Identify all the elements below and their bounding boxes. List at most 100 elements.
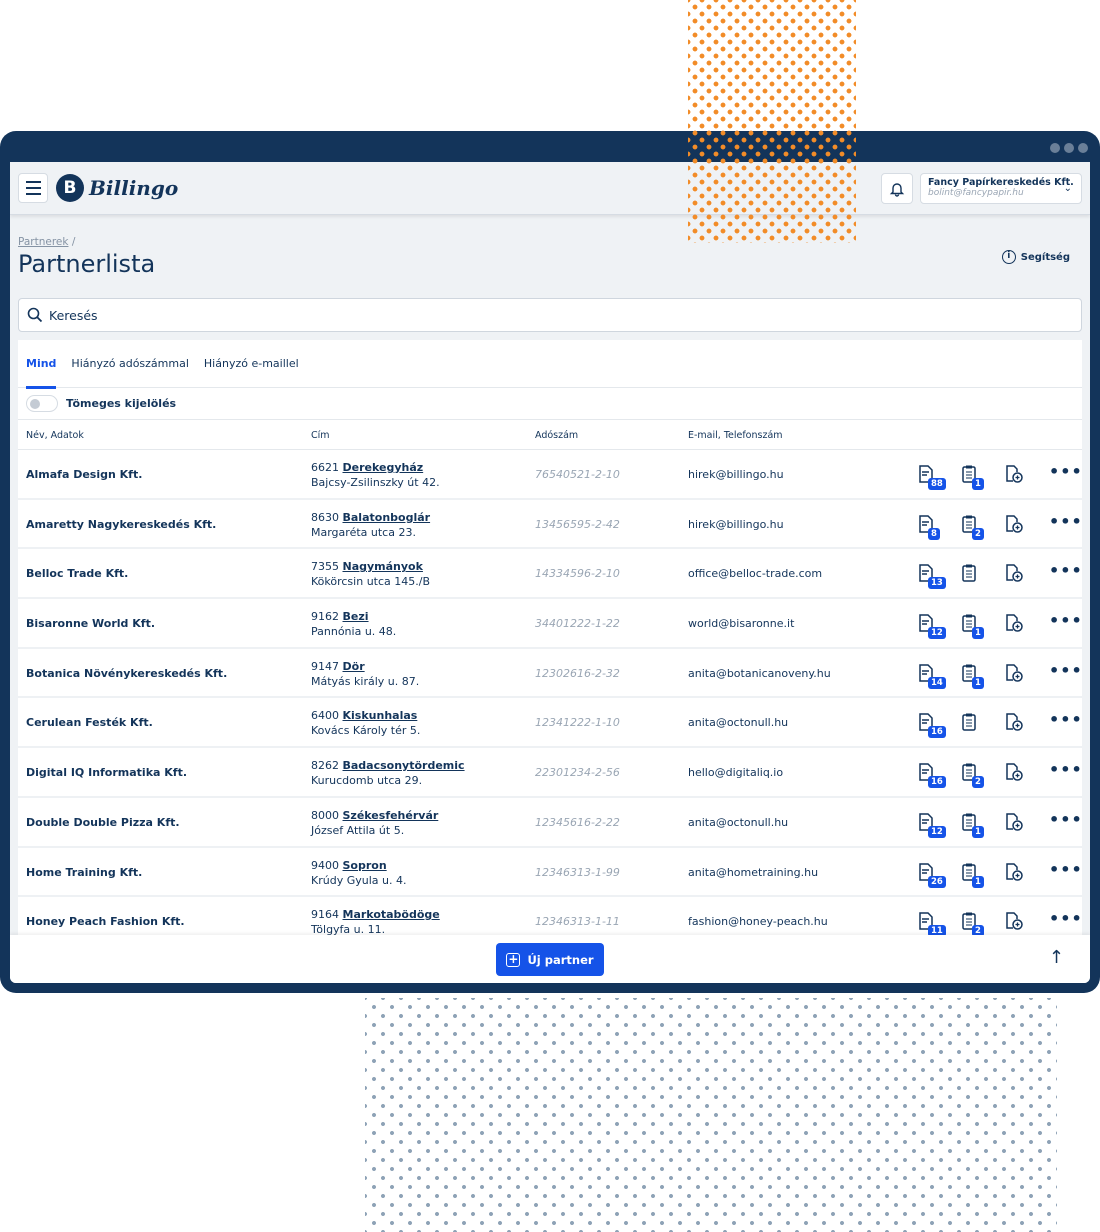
clipboard-icon[interactable]: 1 xyxy=(960,812,984,838)
invoice-icon[interactable]: 12 xyxy=(918,812,946,838)
email[interactable]: hirek@billingo.hu xyxy=(688,468,784,481)
new-document-icon[interactable] xyxy=(1004,862,1024,884)
billingo-logo[interactable]: B Billingo xyxy=(56,174,178,202)
invoice-icon[interactable]: 26 xyxy=(918,862,946,888)
email[interactable]: anita@hometraining.hu xyxy=(688,866,818,879)
partner-name[interactable]: Bisaronne World Kft. xyxy=(26,617,155,630)
invoice-icon[interactable]: 16 xyxy=(918,762,946,789)
partner-name[interactable]: Honey Peach Fashion Kft. xyxy=(26,915,185,928)
partner-name[interactable]: Digital IQ Informatika Kft. xyxy=(26,766,187,779)
partner-name[interactable]: Belloc Trade Kft. xyxy=(26,567,128,580)
city-link[interactable]: Sopron xyxy=(343,859,387,872)
more-icon[interactable]: ••• xyxy=(1049,561,1083,580)
partner-name[interactable]: Home Training Kft. xyxy=(26,866,142,879)
account-switcher[interactable]: Fancy Papírkereskedés Kft. bolint@fancyp… xyxy=(920,173,1082,204)
city-link[interactable]: Badacsonytördemic xyxy=(343,759,465,772)
more-icon[interactable]: ••• xyxy=(1049,860,1083,879)
city-link[interactable]: Kiskunhalas xyxy=(343,709,418,722)
new-document-icon[interactable] xyxy=(1004,464,1024,486)
more-icon[interactable]: ••• xyxy=(1049,710,1083,729)
more-icon[interactable]: ••• xyxy=(1049,512,1083,531)
clipboard-icon[interactable] xyxy=(960,712,980,734)
breadcrumb-partnerek[interactable]: Partnerek xyxy=(18,236,68,248)
tab-mind[interactable]: Mind xyxy=(26,340,57,389)
city-link[interactable]: Nagymányok xyxy=(343,560,423,573)
email[interactable]: hirek@billingo.hu xyxy=(688,518,784,531)
new-partner-button[interactable]: + Új partner xyxy=(496,943,604,976)
arrow-up-icon[interactable]: ↑ xyxy=(1049,947,1064,968)
invoice-icon[interactable]: 88 xyxy=(918,464,946,490)
invoice-icon[interactable]: 13 xyxy=(918,563,946,590)
more-icon[interactable]: ••• xyxy=(1049,909,1083,928)
city-link[interactable]: Balatonboglár xyxy=(343,511,431,524)
partner-name[interactable]: Double Double Pizza Kft. xyxy=(26,816,180,829)
invoice-icon[interactable]: 11 xyxy=(918,911,946,938)
email[interactable]: anita@botanicanoveny.hu xyxy=(688,667,831,680)
invoice-icon[interactable]: 12 xyxy=(918,613,946,640)
more-icon[interactable]: ••• xyxy=(1049,661,1083,680)
email[interactable]: world@bisaronne.it xyxy=(688,617,794,630)
partner-name[interactable]: Botanica Növénykereskedés Kft. xyxy=(26,667,227,680)
city-link[interactable]: Székesfehérvár xyxy=(343,809,439,822)
table-row[interactable]: Home Training Kft. 9400 Sopron Krúdy Gyul… xyxy=(18,848,1082,898)
more-icon[interactable]: ••• xyxy=(1049,462,1083,481)
tab-missing-tax[interactable]: Hiányzó adószámmal xyxy=(71,340,188,388)
invoice-icon[interactable]: 14 xyxy=(918,663,946,689)
city-link[interactable]: Derekegyház xyxy=(343,461,424,474)
invoice-icon[interactable]: 16 xyxy=(918,712,946,739)
chevron-down-icon: ⌄ xyxy=(1063,183,1072,194)
partner-address: 9400 Sopron Krúdy Gyula u. 4. xyxy=(311,858,406,888)
table-row[interactable]: Amaretty Nagykereskedés Kft. 8630 Balato… xyxy=(18,500,1082,550)
clipboard-icon[interactable]: 1 xyxy=(960,613,984,640)
invoice-count-badge: 12 xyxy=(928,825,946,838)
tax-number: 34401222-1-22 xyxy=(535,617,620,631)
table-row[interactable]: Cerulean Festék Kft. 6400 Kiskunhalas Kov… xyxy=(18,698,1083,749)
more-icon[interactable]: ••• xyxy=(1049,611,1083,630)
more-icon[interactable]: ••• xyxy=(1049,760,1083,779)
city-link[interactable]: Dör xyxy=(343,660,365,673)
email[interactable]: fashion@honey-peach.hu xyxy=(688,915,828,928)
clipboard-icon[interactable]: 1 xyxy=(960,464,984,490)
new-document-icon[interactable] xyxy=(1004,812,1024,834)
clipboard-icon[interactable]: 2 xyxy=(960,514,984,540)
table-row[interactable]: Bisaronne World Kft. 9162 Bezi Pannónia u… xyxy=(18,599,1082,649)
new-document-icon[interactable] xyxy=(1004,514,1024,536)
email[interactable]: anita@octonull.hu xyxy=(688,716,788,729)
new-document-icon[interactable] xyxy=(1004,712,1024,734)
city-link[interactable]: Markotabödöge xyxy=(343,908,440,921)
email[interactable]: hello@digitaliq.io xyxy=(688,766,783,779)
city-link[interactable]: Bezi xyxy=(343,610,369,623)
partner-name[interactable]: Cerulean Festék Kft. xyxy=(26,716,153,729)
new-document-icon[interactable] xyxy=(1004,762,1024,784)
bulk-select-toggle[interactable] xyxy=(26,395,58,412)
clipboard-icon[interactable]: 1 xyxy=(960,862,984,888)
clipboard-icon[interactable]: 1 xyxy=(960,663,984,689)
email[interactable]: office@belloc-trade.com xyxy=(688,567,822,580)
email[interactable]: anita@octonull.hu xyxy=(688,816,788,829)
invoice-icon[interactable]: 8 xyxy=(918,514,940,540)
table-row[interactable]: Double Double Pizza Kft. 8000 Székesfehé… xyxy=(18,798,1082,848)
partner-address: 8000 Székesfehérvár József Attila út 5. xyxy=(311,808,438,838)
new-document-icon[interactable] xyxy=(1004,563,1024,585)
clipboard-icon[interactable]: 2 xyxy=(960,762,984,789)
new-document-icon[interactable] xyxy=(1004,613,1024,635)
partner-name[interactable]: Amaretty Nagykereskedés Kft. xyxy=(26,518,216,531)
partner-address: 9162 Bezi Pannónia u. 48. xyxy=(311,609,396,639)
invoice-count-badge: 12 xyxy=(928,627,946,640)
table-row[interactable]: Botanica Növénykereskedés Kft. 9147 Dör M… xyxy=(18,649,1082,699)
new-document-icon[interactable] xyxy=(1004,663,1024,685)
more-icon[interactable]: ••• xyxy=(1049,810,1083,829)
table-row[interactable]: Almafa Design Kft. 6621 Derekegyház Bajcs… xyxy=(18,450,1082,500)
help-link[interactable]: i Segítség xyxy=(1001,250,1070,264)
menu-icon[interactable] xyxy=(18,173,48,203)
tab-missing-email[interactable]: Hiányzó e-maillel xyxy=(204,340,299,388)
partner-name[interactable]: Almafa Design Kft. xyxy=(26,468,142,481)
table-row[interactable]: Digital IQ Informatika Kft. 8262 Badacso… xyxy=(18,748,1082,798)
clipboard-icon[interactable] xyxy=(960,563,980,585)
app-screen: B Billingo Fancy Papírkereskedés Kft. bo… xyxy=(10,162,1090,983)
bell-icon[interactable] xyxy=(881,173,913,204)
search-input[interactable]: Keresés xyxy=(18,298,1082,332)
clipboard-icon[interactable]: 2 xyxy=(960,911,984,938)
table-row[interactable]: Belloc Trade Kft. 7355 Nagymányok Kökörcs… xyxy=(18,549,1083,600)
new-document-icon[interactable] xyxy=(1004,911,1024,933)
